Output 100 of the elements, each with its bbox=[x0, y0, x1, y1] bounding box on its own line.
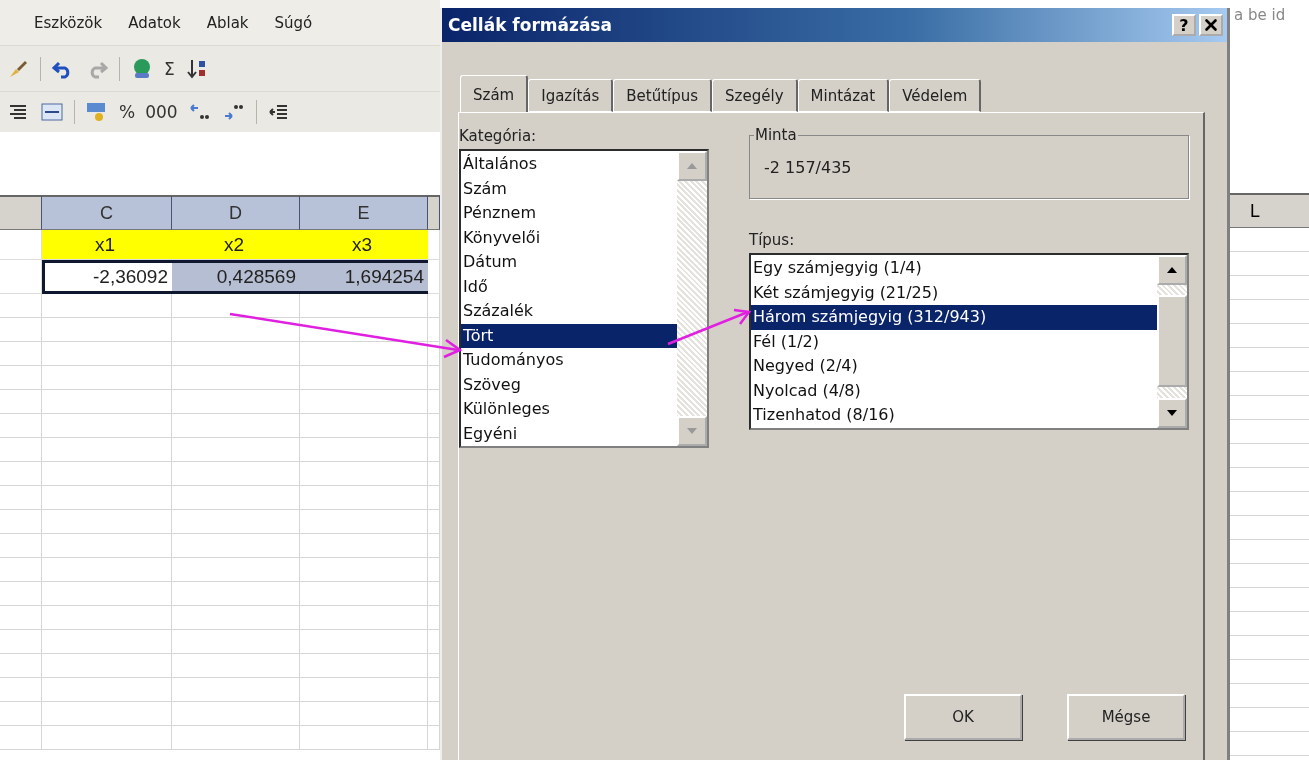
table-cell[interactable] bbox=[172, 654, 300, 678]
sum-button[interactable]: Σ bbox=[164, 58, 175, 79]
percent-button[interactable]: % bbox=[119, 102, 136, 122]
table-cell[interactable]: -2,36092 bbox=[42, 260, 172, 294]
table-cell[interactable] bbox=[172, 726, 300, 750]
table-cell[interactable] bbox=[172, 582, 300, 606]
table-cell[interactable] bbox=[42, 390, 172, 414]
menu-item[interactable]: Adatok bbox=[128, 13, 181, 32]
table-cell[interactable] bbox=[42, 342, 172, 366]
table-cell[interactable] bbox=[300, 582, 428, 606]
table-cell[interactable] bbox=[300, 654, 428, 678]
table-cell[interactable] bbox=[300, 342, 428, 366]
help-button[interactable]: ? bbox=[1172, 14, 1196, 36]
tab[interactable]: Betűtípus bbox=[613, 79, 713, 112]
tab[interactable]: Szám bbox=[460, 75, 529, 113]
down-arrow-icon bbox=[687, 428, 697, 434]
row-header bbox=[0, 558, 42, 582]
table-cell[interactable] bbox=[172, 486, 300, 510]
table-cell[interactable] bbox=[42, 318, 172, 342]
tab[interactable]: Igazítás bbox=[528, 79, 614, 112]
scroll-up-button[interactable] bbox=[1157, 255, 1187, 285]
table-cell[interactable] bbox=[300, 366, 428, 390]
table-cell[interactable] bbox=[42, 462, 172, 486]
row-header bbox=[0, 438, 42, 462]
table-cell[interactable]: x1 bbox=[42, 230, 172, 260]
table-cell[interactable] bbox=[300, 318, 428, 342]
close-button[interactable] bbox=[1199, 14, 1223, 36]
table-cell[interactable] bbox=[300, 510, 428, 534]
table-cell[interactable] bbox=[42, 678, 172, 702]
tab[interactable]: Mintázat bbox=[797, 79, 890, 112]
menu-item[interactable]: Súgó bbox=[274, 13, 313, 32]
table-cell[interactable] bbox=[300, 726, 428, 750]
column-header[interactable]: C bbox=[42, 195, 172, 230]
table-cell[interactable]: x3 bbox=[300, 230, 428, 260]
table-cell[interactable] bbox=[300, 558, 428, 582]
table-cell[interactable] bbox=[300, 438, 428, 462]
corner-header bbox=[0, 195, 42, 230]
table-cell[interactable]: 1,694254 bbox=[300, 260, 428, 294]
merge-cells-icon[interactable] bbox=[40, 100, 64, 124]
row-header bbox=[0, 414, 42, 438]
table-cell[interactable]: 0,428569 bbox=[172, 260, 300, 294]
table-cell[interactable] bbox=[42, 582, 172, 606]
category-label: Kategória: bbox=[459, 127, 538, 145]
table-cell[interactable] bbox=[42, 630, 172, 654]
row-header bbox=[0, 654, 42, 678]
table-cell[interactable] bbox=[172, 558, 300, 582]
table-cell[interactable] bbox=[172, 438, 300, 462]
menu-item[interactable]: Ablak bbox=[206, 13, 249, 32]
table-cell[interactable] bbox=[172, 414, 300, 438]
table-cell[interactable] bbox=[300, 486, 428, 510]
table-cell[interactable] bbox=[42, 366, 172, 390]
scroll-down-button[interactable] bbox=[1157, 397, 1187, 428]
table-cell[interactable] bbox=[172, 678, 300, 702]
table-cell[interactable] bbox=[42, 486, 172, 510]
table-cell[interactable] bbox=[172, 630, 300, 654]
table-cell[interactable] bbox=[300, 606, 428, 630]
table-cell[interactable] bbox=[42, 606, 172, 630]
table-cell[interactable] bbox=[172, 366, 300, 390]
column-header[interactable]: E bbox=[300, 195, 428, 230]
table-cell[interactable] bbox=[42, 702, 172, 726]
table-cell[interactable] bbox=[300, 630, 428, 654]
scroll-thumb[interactable] bbox=[1157, 295, 1187, 388]
tab[interactable]: Szegély bbox=[712, 79, 798, 112]
type-list[interactable]: Egy számjegyig (1/4) Két számjegyig (21/25) Három számjegyig (312/943) Fél (1/2) Negyed (2/4) Nyolcad (4/8) Tizenhatod (8/16) bbox=[749, 253, 1189, 430]
table-cell[interactable] bbox=[172, 462, 300, 486]
category-list[interactable]: Általános Szám Pénznem Könyvelői Dátum Idő Százalék Tört Tudományos Szöveg Különleges Egyéni bbox=[459, 149, 709, 448]
table-cell[interactable] bbox=[172, 342, 300, 366]
table-cell[interactable] bbox=[300, 702, 428, 726]
thousands-button[interactable]: 000 bbox=[145, 102, 178, 122]
table-cell[interactable] bbox=[300, 462, 428, 486]
table-cell[interactable] bbox=[42, 510, 172, 534]
table-cell[interactable] bbox=[172, 390, 300, 414]
table-cell[interactable] bbox=[42, 414, 172, 438]
table-cell[interactable] bbox=[300, 678, 428, 702]
table-cell[interactable] bbox=[300, 294, 428, 318]
row-header bbox=[0, 318, 42, 342]
table-cell[interactable] bbox=[42, 654, 172, 678]
table-cell[interactable] bbox=[42, 294, 172, 318]
table-cell[interactable] bbox=[172, 606, 300, 630]
column-header[interactable]: L bbox=[1230, 193, 1309, 228]
table-cell[interactable] bbox=[42, 558, 172, 582]
tab[interactable]: Védelem bbox=[889, 79, 982, 112]
table-cell[interactable] bbox=[172, 534, 300, 558]
table-cell[interactable] bbox=[42, 726, 172, 750]
table-cell[interactable] bbox=[172, 318, 300, 342]
list-item[interactable]: Három számjegyig (312/943) bbox=[751, 305, 1157, 330]
table-cell[interactable] bbox=[42, 438, 172, 462]
table-cell[interactable] bbox=[300, 534, 428, 558]
column-header[interactable]: D bbox=[172, 195, 300, 230]
list-item[interactable]: Tört bbox=[461, 323, 677, 348]
table-cell[interactable] bbox=[172, 702, 300, 726]
table-cell[interactable] bbox=[42, 534, 172, 558]
table-cell[interactable] bbox=[172, 510, 300, 534]
table-cell[interactable] bbox=[300, 390, 428, 414]
ok-button[interactable]: OK bbox=[904, 694, 1022, 740]
cancel-button[interactable]: Mégse bbox=[1067, 694, 1185, 740]
table-cell[interactable]: x2 bbox=[172, 230, 300, 260]
menu-item[interactable]: Eszközök bbox=[34, 13, 103, 32]
table-cell[interactable] bbox=[172, 294, 300, 318]
table-cell[interactable] bbox=[300, 414, 428, 438]
